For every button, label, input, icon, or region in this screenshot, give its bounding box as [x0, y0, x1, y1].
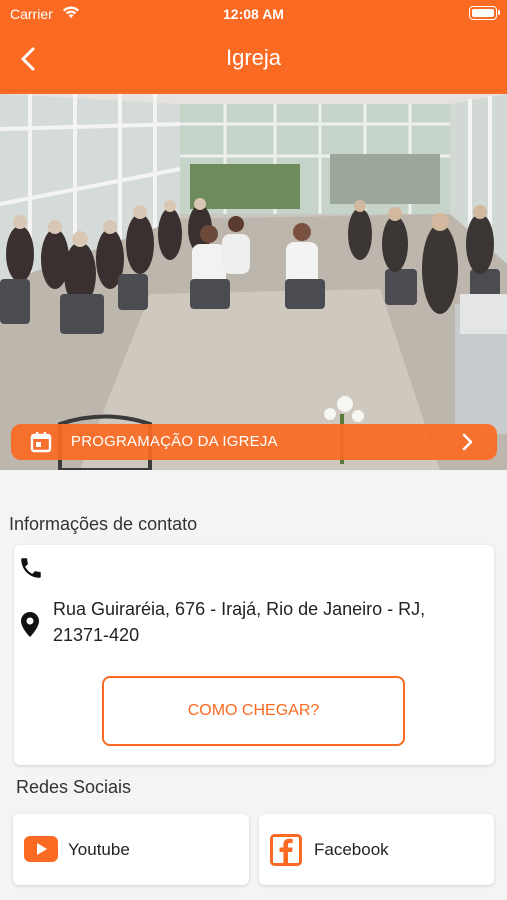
calendar-icon — [30, 432, 52, 453]
facebook-icon — [270, 834, 302, 866]
youtube-icon — [24, 836, 58, 862]
church-photo — [0, 94, 507, 470]
contact-card: Rua Guiraréia, 676 - Irajá, Rio de Janei… — [14, 545, 494, 765]
status-bar: Carrier 12:08 AM — [0, 0, 507, 28]
youtube-label: Youtube — [68, 840, 130, 859]
phone-icon[interactable] — [18, 555, 44, 581]
youtube-button[interactable]: Youtube — [13, 814, 249, 885]
chevron-right-icon — [462, 433, 473, 451]
app-header: Carrier 12:08 AM Igreja — [0, 0, 507, 94]
location-pin-icon — [21, 612, 39, 637]
status-time: 12:08 AM — [223, 6, 284, 22]
church-details: Informações de contato Rua Guiraréia, 67… — [0, 470, 507, 900]
church-program-button[interactable]: PROGRAMAÇÃO DA IGREJA — [11, 424, 497, 460]
page-title: Igreja — [225, 45, 282, 70]
social-section-title: Redes Sociais — [16, 777, 132, 797]
church-program-label: PROGRAMAÇÃO DA IGREJA — [71, 433, 278, 450]
battery-icon — [469, 6, 500, 20]
church-address: Rua Guiraréia, 676 - Irajá, Rio de Janei… — [53, 599, 426, 645]
contact-section-title: Informações de contato — [9, 514, 198, 534]
facebook-button[interactable]: Facebook — [259, 814, 494, 885]
facebook-label: Facebook — [314, 840, 389, 859]
directions-button[interactable]: COMO CHEGAR? — [102, 676, 405, 746]
